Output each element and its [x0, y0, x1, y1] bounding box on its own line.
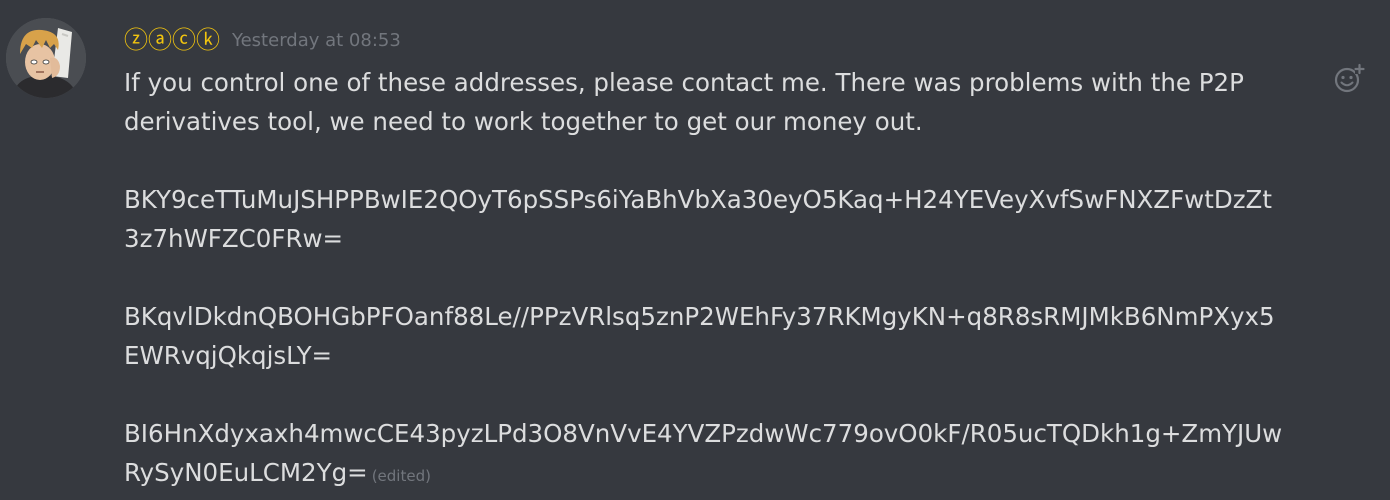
address-line: 3z7hWFZC0FRw=: [124, 224, 344, 253]
author-name[interactable]: ⓩⓐⓒⓚ: [124, 22, 220, 58]
message-header: ⓩⓐⓒⓚ Yesterday at 08:53: [124, 22, 401, 58]
message-text-line: If you control one of these addresses, p…: [124, 68, 1244, 97]
address-line: BI6HnXdyxaxh4mwcCE43pyzLPd3O8VnVvE4YVZPz…: [124, 419, 1283, 448]
avatar[interactable]: [6, 18, 86, 98]
line-break: [124, 258, 1386, 297]
line-break: [124, 141, 1386, 180]
address-text: RySyN0EuLCM2Yg=: [124, 458, 368, 487]
address-line: BKY9ceTTuMuJSHPPBwIE2QOyT6pSSPs6iYaBhVbX…: [124, 185, 1272, 214]
avatar-image: [6, 18, 86, 98]
message-content: If you control one of these addresses, p…: [124, 63, 1386, 492]
address-line: EWRvqjQkqjsLY=: [124, 341, 333, 370]
chat-message: ⓩⓐⓒⓚ Yesterday at 08:53 If you control o…: [0, 0, 1390, 500]
address-line: BKqvlDkdnQBOHGbPFOanf88Le//PPzVRlsq5znP2…: [124, 302, 1275, 331]
address-line-last: RySyN0EuLCM2Yg= (edited): [124, 453, 1386, 492]
timestamp[interactable]: Yesterday at 08:53: [232, 23, 401, 59]
line-break: [124, 375, 1386, 414]
edited-label: (edited): [371, 467, 431, 485]
message-text-line: derivatives tool, we need to work togeth…: [124, 107, 923, 136]
